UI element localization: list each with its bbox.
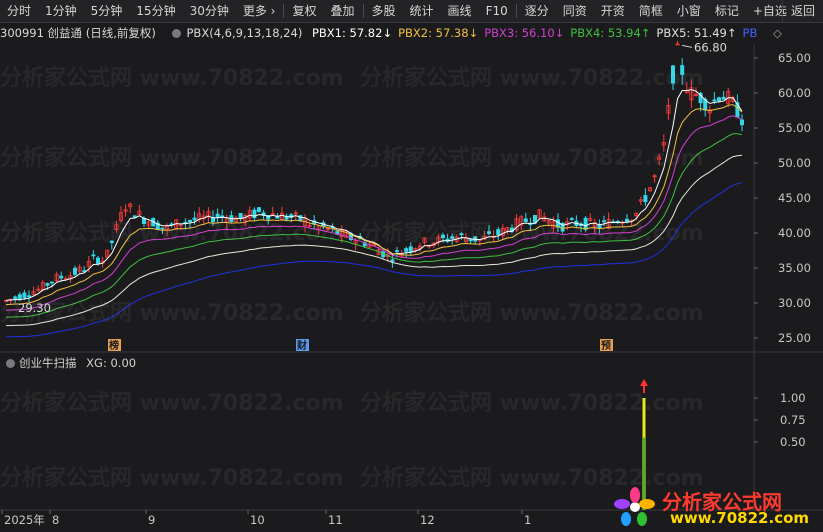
price-tick-label: 65.00 (778, 51, 811, 65)
time-axis-label: 9 (148, 513, 155, 527)
time-axis-label: 8 (52, 513, 59, 527)
low-price-label: 29.30 (18, 301, 51, 315)
candle-body (602, 220, 607, 223)
candle-body (73, 267, 78, 275)
event-marker: 预 (601, 340, 611, 352)
candle-body (569, 218, 574, 220)
time-axis-label: 12 (420, 513, 435, 527)
candle-body (496, 229, 501, 235)
price-tick-label: 50.00 (778, 156, 811, 170)
price-tick-label: 40.00 (778, 226, 811, 240)
price-tick-label: 55.00 (778, 121, 811, 135)
flower-logo-icon (614, 487, 655, 526)
candle-body (740, 119, 745, 126)
candle-body (671, 65, 676, 84)
candle-body (192, 217, 197, 221)
candle-body (26, 295, 31, 298)
time-axis-label: 10 (250, 513, 265, 527)
sub-tick-label: 1.00 (780, 391, 806, 405)
candle-body (394, 250, 399, 253)
candle-body (50, 281, 55, 284)
subchart-toggle-icon[interactable] (6, 359, 15, 368)
signal-arrow-icon (640, 379, 648, 386)
site-logo: 分析家公式网 www.70822.com (612, 486, 817, 528)
stock-chart-app: 分时 1分钟 5分钟 15分钟 30分钟 更多 › 复权 叠加 多股 统计 画线 F10 逐分 同资 开资简… (0, 0, 823, 532)
event-marker: 榜 (109, 339, 119, 352)
time-axis-label: 2025年 (4, 513, 45, 527)
candle-body (583, 217, 588, 230)
candle-body (468, 239, 473, 242)
kline-chart[interactable]: 65.00 60.00 55.00 50.00 45.00 40.00 35.00 30.00… (0, 0, 823, 532)
price-tick-label: 60.00 (778, 86, 811, 100)
candle-body (45, 282, 50, 286)
candle-body (597, 224, 602, 229)
time-axis-label: 1 (524, 513, 531, 527)
price-tick-label: 35.00 (778, 261, 811, 275)
sub-indicator-title[interactable]: 创业牛扫描 (19, 356, 77, 370)
candle-body (187, 220, 192, 223)
time-axis-label: 11 (328, 513, 343, 527)
candle-body (721, 96, 726, 100)
sub-tick-label: 0.50 (780, 435, 806, 449)
candle-body (390, 259, 395, 262)
candle-body (109, 240, 114, 243)
event-marker: 财 (296, 339, 307, 352)
sub-legend: 创业牛扫描 XG: 0.00 (0, 354, 136, 372)
candle-body (256, 207, 261, 212)
candle-body (712, 99, 717, 102)
candle-body (440, 234, 445, 238)
pb-line (5, 182, 743, 338)
candle-body (717, 97, 722, 102)
candle-body (91, 254, 96, 257)
candle-body (486, 231, 491, 234)
candle-body (459, 233, 464, 236)
candle-body (22, 292, 27, 298)
candle-body (680, 65, 685, 75)
price-tick-label: 25.00 (778, 331, 811, 345)
high-pointer (681, 44, 693, 48)
candle-body (408, 246, 413, 252)
candle-body (643, 195, 648, 203)
candle-body (252, 209, 257, 219)
candle-body (96, 257, 101, 264)
sub-tick-label: 0.75 (780, 413, 806, 427)
candle-body (59, 275, 64, 279)
candle-body (450, 236, 455, 240)
price-tick-label: 45.00 (778, 191, 811, 205)
xg-value: XG: 0.00 (86, 356, 137, 370)
candle-body (523, 218, 528, 223)
logo-url: www.70822.com (670, 509, 810, 527)
price-tick-label: 30.00 (778, 296, 811, 310)
candle-body (13, 296, 18, 299)
candle-body (220, 215, 225, 218)
candle-body (404, 248, 409, 252)
candle-body (160, 227, 165, 230)
pbx3-line (5, 115, 743, 311)
pbx2-line (5, 104, 743, 306)
candle-body (215, 213, 220, 218)
high-price-label: 66.80 (694, 40, 727, 54)
candle-body (625, 218, 630, 223)
